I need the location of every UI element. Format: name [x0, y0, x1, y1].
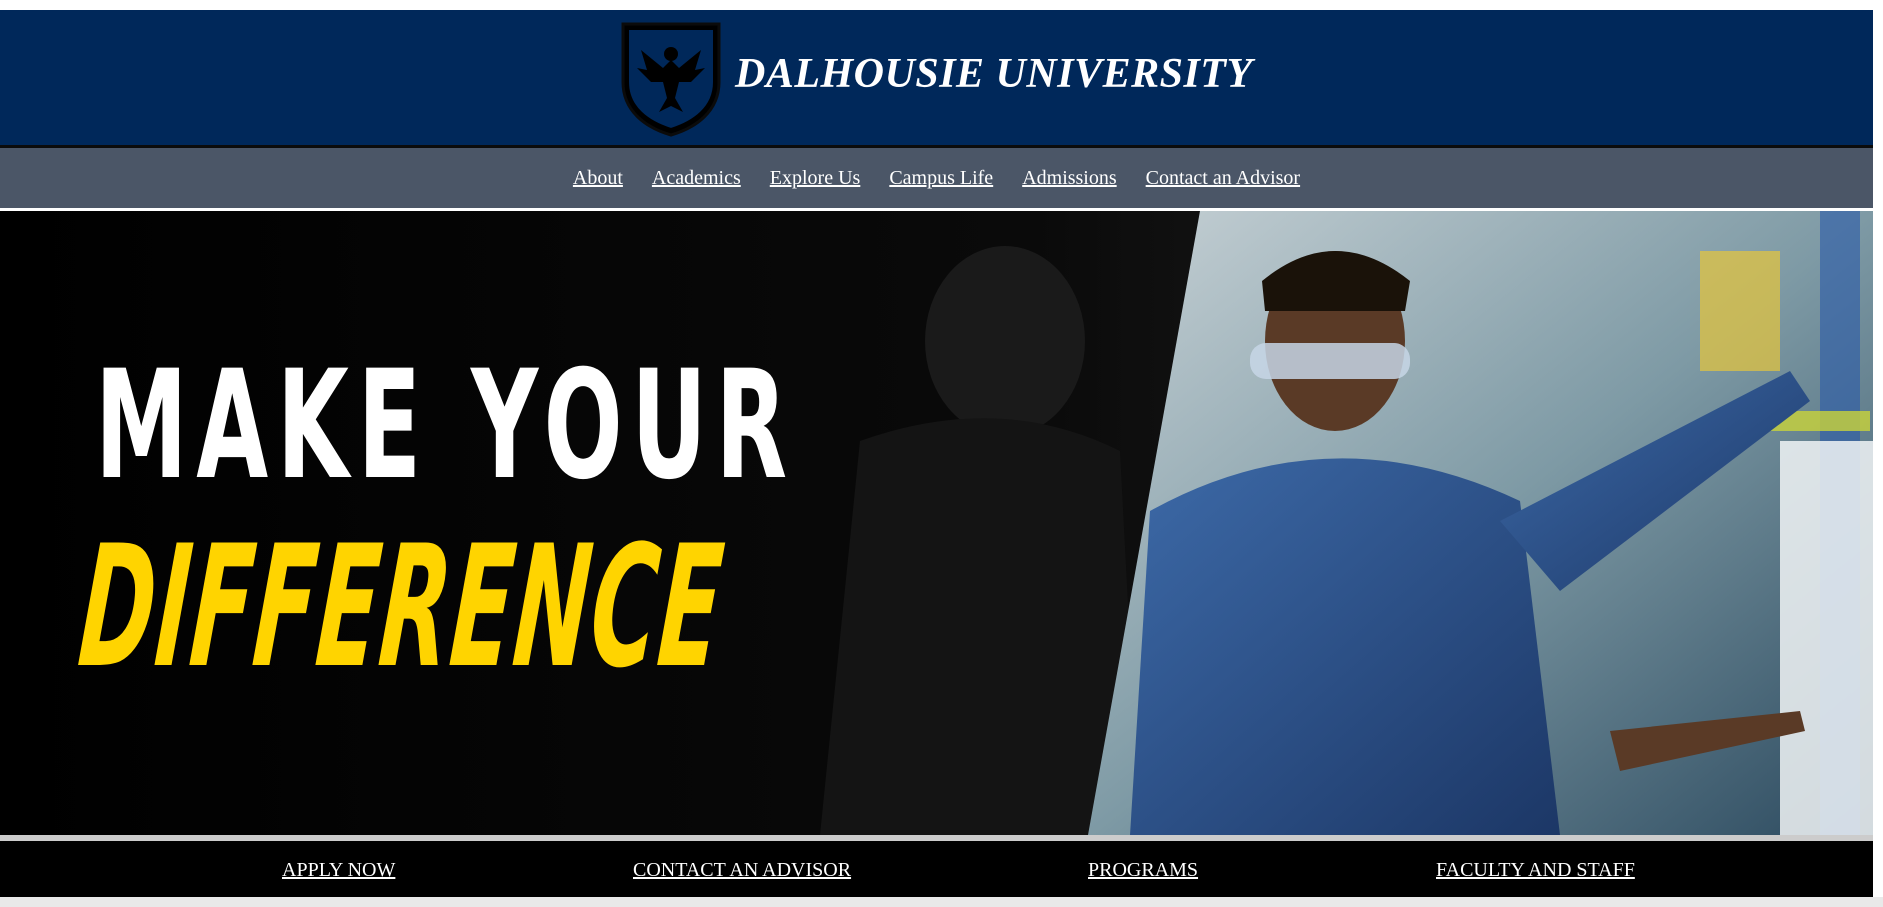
page-bottom-strip — [0, 897, 1883, 907]
site-title[interactable]: DALHOUSIE UNIVERSITY — [735, 50, 1253, 98]
programs-link[interactable]: PROGRAMS — [1088, 859, 1198, 882]
quick-links-bar: APPLY NOW CONTACT AN ADVISOR PROGRAMS FA… — [0, 841, 1873, 897]
nav-about[interactable]: About — [573, 167, 623, 190]
apply-now-link[interactable]: APPLY NOW — [282, 859, 395, 882]
hero-headline-line1: MAKE YOUR — [95, 339, 796, 513]
site-header: DALHOUSIE UNIVERSITY — [0, 10, 1873, 148]
hero-banner: MAKE YOUR DIFFERENCE — [0, 211, 1873, 835]
eagle-shield-icon[interactable] — [619, 20, 723, 137]
nav-explore-us[interactable]: Explore Us — [770, 167, 861, 190]
nav-admissions[interactable]: Admissions — [1022, 167, 1116, 190]
main-nav: About Academics Explore Us Campus Life A… — [0, 148, 1873, 208]
nav-contact-advisor[interactable]: Contact an Advisor — [1146, 167, 1300, 190]
contact-advisor-link[interactable]: CONTACT AN ADVISOR — [633, 859, 851, 882]
nav-campus-life[interactable]: Campus Life — [889, 167, 993, 190]
nav-academics[interactable]: Academics — [652, 167, 741, 190]
faculty-staff-link[interactable]: FACULTY AND STAFF — [1436, 859, 1635, 882]
hero-headline-line2: DIFFERENCE — [73, 509, 731, 705]
